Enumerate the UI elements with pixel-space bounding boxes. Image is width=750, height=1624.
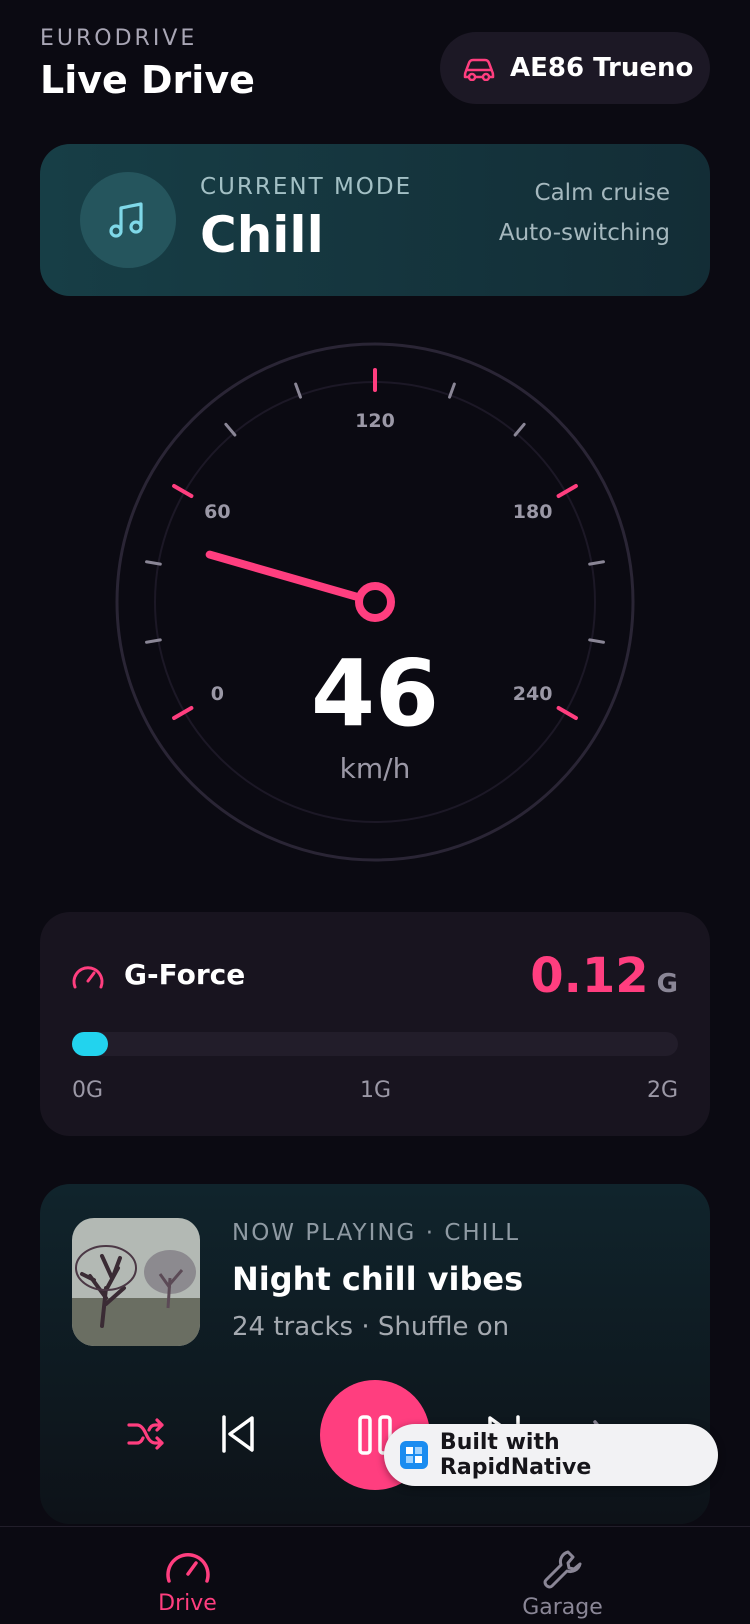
wrench-icon xyxy=(543,1550,581,1589)
mode-card[interactable]: CURRENT MODE Chill Calm cruise Auto-swit… xyxy=(40,144,710,296)
rapidnative-logo-icon xyxy=(400,1441,428,1469)
car-selector[interactable]: AE86 Trueno xyxy=(440,32,710,104)
gauge-label-60: 60 xyxy=(204,501,230,523)
badge-text: Built with RapidNative xyxy=(439,1430,592,1480)
album-art xyxy=(72,1218,200,1346)
gauge-icon xyxy=(72,966,104,989)
speedometer-icon xyxy=(165,1553,210,1583)
gforce-tick-1: 1G xyxy=(360,1078,392,1103)
shuffle-icon xyxy=(127,1418,164,1450)
gauge-tick xyxy=(224,422,237,437)
gauge-label-0: 0 xyxy=(211,683,224,705)
gforce-tick-2: 2G xyxy=(646,1078,678,1103)
mode-description: Calm cruise xyxy=(534,180,670,206)
tab-garage-label: Garage xyxy=(522,1595,603,1620)
speed-value: 46 xyxy=(310,640,440,747)
music-note-icon xyxy=(80,172,176,268)
mode-value: Chill xyxy=(200,206,324,264)
skip-back-icon xyxy=(222,1415,254,1453)
gforce-value: 0.12 xyxy=(530,948,649,1004)
car-icon xyxy=(463,58,495,81)
tab-drive-label: Drive xyxy=(158,1591,217,1616)
tab-bar: Drive Garage xyxy=(0,1526,750,1624)
now-playing-label: NOW PLAYING · CHILL xyxy=(232,1220,521,1246)
tab-drive[interactable]: Drive xyxy=(0,1527,375,1624)
brand-label: EURODRIVE xyxy=(40,26,198,51)
gforce-unit: G xyxy=(656,969,678,999)
speed-unit: km/h xyxy=(339,752,411,785)
previous-button[interactable] xyxy=(214,1410,262,1458)
gforce-bar xyxy=(72,1032,678,1056)
playlist-title: Night chill vibes xyxy=(232,1260,524,1298)
speed-needle xyxy=(205,550,379,606)
tab-garage[interactable]: Garage xyxy=(375,1527,750,1624)
gforce-tick-0: 0G xyxy=(72,1078,104,1103)
gforce-label: G-Force xyxy=(124,958,246,991)
gforce-bar-fill xyxy=(72,1032,109,1056)
mode-label: CURRENT MODE xyxy=(200,174,413,200)
playlist-subtitle: 24 tracks · Shuffle on xyxy=(232,1312,510,1342)
page-title: Live Drive xyxy=(40,58,255,102)
gauge-tick xyxy=(513,422,526,437)
gauge-label-120: 120 xyxy=(355,410,395,432)
car-name: AE86 Trueno xyxy=(510,53,694,83)
gauge-label-180: 180 xyxy=(513,501,553,523)
shuffle-button[interactable] xyxy=(122,1410,170,1458)
gforce-card: G-Force 0.12 G 0G 1G 2G xyxy=(40,912,710,1136)
mode-auto-switching: Auto-switching xyxy=(498,220,670,246)
built-with-badge[interactable]: Built with RapidNative xyxy=(384,1424,718,1486)
gauge-label-240: 240 xyxy=(513,683,553,705)
